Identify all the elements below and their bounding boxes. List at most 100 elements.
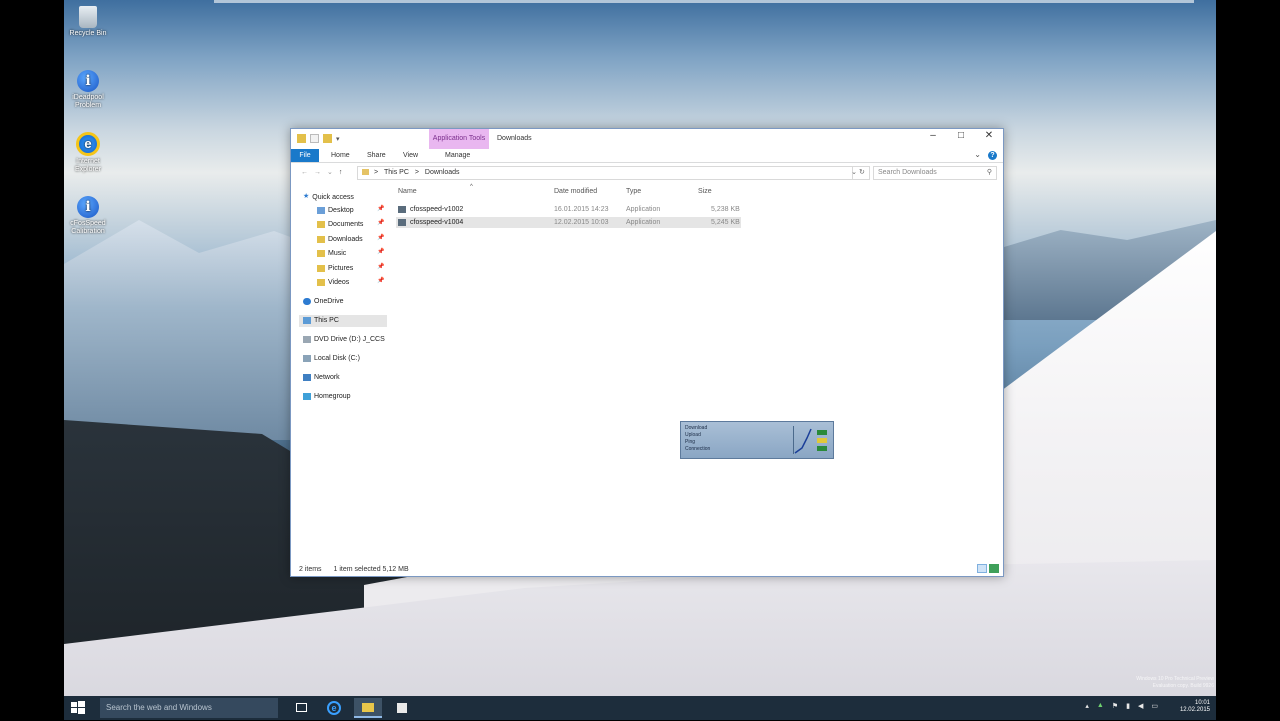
desktop-icon-label: iDeadpool Problem [72,94,104,109]
title-bar[interactable]: ▾ Application Tools Downloads – □ ✕ [291,129,1003,149]
nav-quick-access[interactable]: ★ Quick access [303,191,354,203]
tab-view[interactable]: View [397,149,424,162]
nav-dvd-drive[interactable]: DVD Drive (D:) J_CCS [303,334,385,346]
downloads-folder-icon [317,235,325,243]
nav-downloads[interactable]: Downloads [317,234,363,246]
back-icon[interactable]: ← [301,169,314,176]
details-view-icon[interactable] [977,564,987,573]
volume-icon[interactable]: ◀ [1138,702,1143,710]
store-icon [397,703,407,713]
watermark-line: Evaluation copy. Build 9926 [1152,683,1214,689]
tab-file[interactable]: File [291,149,319,162]
file-row[interactable]: cfosspeed-v1004 12.02.2015 10:03 Applica… [396,217,741,228]
nav-homegroup[interactable]: Homegroup [303,391,351,403]
tab-manage[interactable]: Manage [439,149,476,162]
forward-icon[interactable]: → [314,169,327,176]
pin-icon[interactable]: 📌 [377,248,384,255]
watermark-line: Windows 10 Pro Technical Preview [1136,676,1214,682]
nav-label: Network [314,374,340,381]
breadcrumb-downloads[interactable]: Downloads [425,169,460,176]
desktop-icon-recycle-bin[interactable]: Recycle Bin [64,6,112,38]
dropdown-icon[interactable]: ⌄ [851,169,857,176]
folder-icon[interactable] [297,134,306,143]
info-icon: i [77,70,99,92]
nav-documents[interactable]: Documents [317,219,363,231]
pin-icon[interactable]: 📌 [377,263,384,270]
cfosspeed-tray-icon[interactable]: ▲ [1097,702,1104,710]
file-size: 5,245 KB [711,219,740,226]
nav-network[interactable]: Network [303,372,340,384]
speed-graph-line [794,428,812,454]
taskbar-search[interactable]: Search the web and Windows [100,698,278,718]
chevron-down-icon[interactable]: ▾ [336,135,340,143]
desktop-icon-label: Recycle Bin [69,30,107,37]
nav-label: Homegroup [314,393,351,400]
column-header-date[interactable]: Date modified [554,188,597,195]
new-folder-icon[interactable] [323,134,332,143]
task-view-button[interactable] [288,698,316,718]
pin-icon[interactable]: 📌 [377,205,384,212]
minimize-button[interactable]: – [919,129,947,145]
taskbar-explorer-button[interactable] [354,698,382,718]
pictures-folder-icon [317,264,325,272]
column-header-name[interactable]: Name [398,188,417,195]
pin-icon[interactable]: 📌 [377,234,384,241]
desktop-icon-cfosspeed[interactable]: i cFosSpeed Calibration [64,196,112,236]
breadcrumb-this-pc[interactable]: This PC [384,169,409,176]
column-header-size[interactable]: Size [698,188,712,195]
properties-icon[interactable] [310,134,319,143]
keyboard-icon[interactable]: ▭ [1151,702,1158,710]
nav-pictures[interactable]: Pictures [317,263,353,275]
cloud-icon [303,297,311,305]
nav-music[interactable]: Music [317,248,346,260]
flag-icon[interactable]: ⚑ [1112,702,1118,710]
maximize-button[interactable]: □ [947,129,975,145]
tab-share[interactable]: Share [361,149,392,162]
tab-home[interactable]: Home [325,149,356,162]
recent-chevron-icon[interactable]: ⌄ [327,169,339,176]
network-icon[interactable]: ▮ [1126,702,1130,710]
file-row[interactable]: cfosspeed-v1002 16.01.2015 14:23 Applica… [396,204,741,215]
start-button[interactable] [70,700,86,716]
desktop-icon-ideadpool[interactable]: i iDeadpool Problem [64,70,112,110]
nav-label: Pictures [328,265,354,272]
speed-bars [815,426,829,454]
nav-videos[interactable]: Videos [317,277,349,289]
nav-this-pc[interactable]: This PC [299,315,387,327]
cfosspeed-status-widget[interactable]: Download Upload Ping Connection [680,421,834,459]
nav-desktop[interactable]: Desktop [317,205,354,217]
application-tools-tab[interactable]: Application Tools [429,129,489,149]
videos-folder-icon [317,278,325,286]
file-name: cfosspeed-v1004 [410,219,464,226]
nav-local-disk[interactable]: Local Disk (C:) [303,353,360,365]
file-size: 5,238 KB [711,206,740,213]
large-icons-view-icon[interactable] [989,564,999,573]
chevron-up-icon[interactable]: ▴ [1085,702,1089,710]
pin-icon[interactable]: 📌 [377,277,384,284]
desktop-icon-ie[interactable]: e Internet Explorer [64,132,112,174]
taskbar-ie-button[interactable]: e [320,698,348,718]
nav-onedrive[interactable]: OneDrive [303,296,344,308]
pin-icon[interactable]: 📌 [377,219,384,226]
file-name: cfosspeed-v1002 [410,206,464,213]
clock[interactable]: 10:01 12.02.2015 [1180,700,1210,714]
refresh-icon[interactable]: ↻ [859,169,865,176]
nav-label: Quick access [312,193,354,201]
disk-icon [303,354,311,362]
address-bar[interactable]: > This PC > Downloads [357,166,853,180]
close-button[interactable]: ✕ [975,129,1003,145]
widget-row: Ping [685,439,696,445]
file-date: 16.01.2015 14:23 [554,206,609,213]
search-box[interactable]: Search Downloads ⚲ [873,166,997,180]
task-view-icon [296,703,307,712]
widget-row: Upload [685,432,701,438]
nav-label: Videos [328,279,350,286]
up-icon[interactable]: ↑ [339,169,349,176]
internet-explorer-icon: e [327,701,341,715]
help-icon[interactable]: ? [988,151,997,160]
ribbon-expand-icon[interactable]: ⌄ [974,150,981,159]
taskbar-store-button[interactable] [388,698,416,718]
file-explorer-window[interactable]: ▾ Application Tools Downloads – □ ✕ File… [290,128,1004,577]
recycle-bin-icon [79,6,97,28]
column-header-type[interactable]: Type [626,188,641,195]
